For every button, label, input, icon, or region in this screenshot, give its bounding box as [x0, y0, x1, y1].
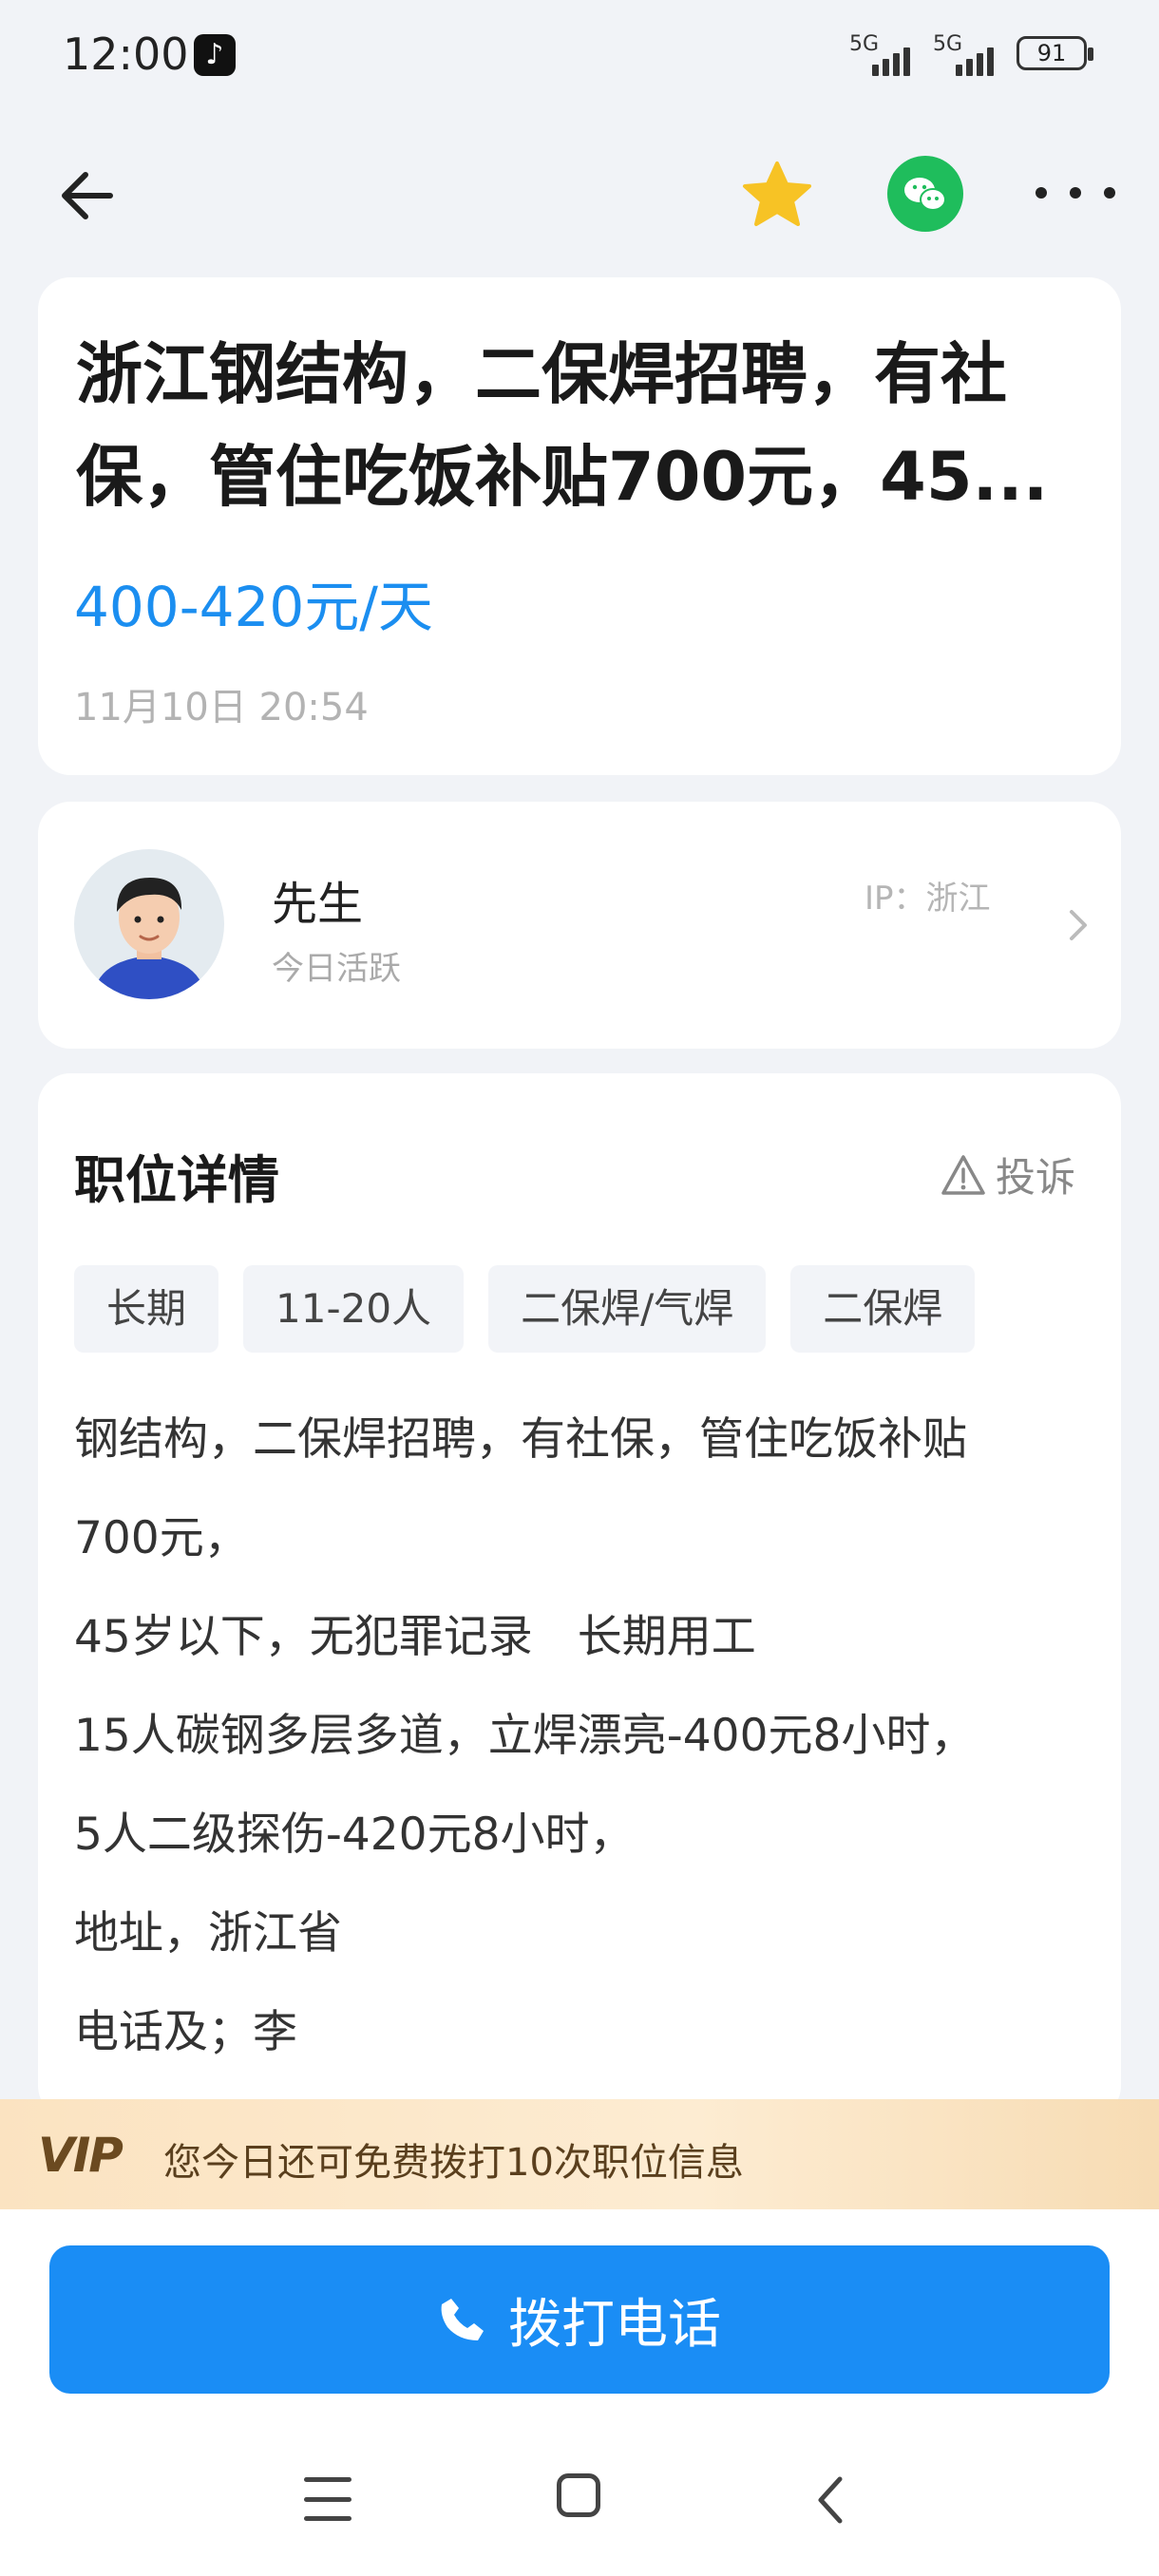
call-button-label: 拨打电话 [508, 2293, 721, 2356]
vip-text: 您今日还可免费拨打10次职位信息 [163, 2141, 744, 2185]
tag-item: 11-20人 [243, 1265, 465, 1353]
favorite-star-icon[interactable] [739, 158, 815, 234]
description-line: 700元， [74, 1512, 249, 1564]
menu-icon[interactable] [304, 2477, 352, 2521]
system-nav-bar [0, 2451, 1159, 2555]
complain-button[interactable]: 投诉 [940, 1146, 1075, 1203]
status-time: 12:00 [63, 28, 189, 80]
more-options-icon[interactable] [1036, 179, 1115, 207]
tag-item: 长期 [74, 1265, 219, 1353]
poster-ip: IP：浙江 [864, 880, 991, 918]
poster-name: 先生 [272, 878, 364, 931]
description-line: 钢结构，二保焊招聘，有社保，管住吃饭补贴 [74, 1413, 967, 1466]
description-line: 电话及；李 [74, 2006, 297, 2058]
wechat-share-icon[interactable] [887, 156, 963, 232]
phone-icon [441, 2299, 484, 2340]
job-details-card: 职位详情 投诉 长期 11-20人 二保焊/气焊 二保焊 钢结构，二保焊招聘，有… [38, 1073, 1121, 2118]
signal-icon-1 [872, 44, 910, 76]
poster-card[interactable]: 先生 今日活跃 IP：浙江 [38, 802, 1121, 1049]
tag-list: 长期 11-20人 二保焊/气焊 二保焊 [74, 1265, 976, 1353]
home-icon[interactable] [557, 2473, 600, 2517]
description-line: 45岁以下，无犯罪记录 长期用工 [74, 1611, 756, 1663]
job-salary: 400-420元/天 [74, 575, 433, 639]
system-back-icon[interactable] [811, 2472, 849, 2529]
battery-icon: 91 [1016, 36, 1093, 70]
section-title: 职位详情 [74, 1150, 279, 1210]
avatar [74, 849, 224, 999]
call-button[interactable]: 拨打电话 [49, 2245, 1110, 2394]
back-arrow-icon[interactable] [53, 161, 122, 230]
tag-item: 二保焊/气焊 [488, 1265, 767, 1353]
chevron-right-icon [1070, 910, 1087, 940]
top-nav [0, 133, 1159, 247]
complain-label: 投诉 [996, 1154, 1076, 1201]
job-description: 钢结构，二保焊招聘，有社保，管住吃饭补贴 700元， 45岁以下，无犯罪记录 长… [74, 1391, 1100, 2082]
description-line: 5人二级探伤-420元8小时， [74, 1809, 635, 1861]
vip-logo: VIP [38, 2128, 124, 2183]
poster-status: 今日活跃 [272, 950, 401, 988]
warning-icon [941, 1154, 985, 1195]
status-bar: 12:00 ♪ 5G 5G 91 [0, 0, 1159, 114]
vip-banner[interactable]: VIP 您今日还可免费拨打10次职位信息 [0, 2099, 1159, 2209]
tag-item: 二保焊 [790, 1265, 976, 1353]
description-line: 地址，浙江省 [74, 1907, 342, 1960]
signal-icon-2 [956, 44, 994, 76]
job-title: 浙江钢结构，二保焊招聘，有社保，管住吃饭补贴700元，45... [76, 335, 1049, 516]
description-line: 15人碳钢多层多道，立焊漂亮-400元8小时， [74, 1710, 976, 1762]
post-date: 11月10日 20:54 [74, 686, 369, 729]
job-header-card: 浙江钢结构，二保焊招聘，有社保，管住吃饭补贴700元，45... 400-420… [38, 277, 1121, 775]
tiktok-icon: ♪ [194, 34, 236, 76]
